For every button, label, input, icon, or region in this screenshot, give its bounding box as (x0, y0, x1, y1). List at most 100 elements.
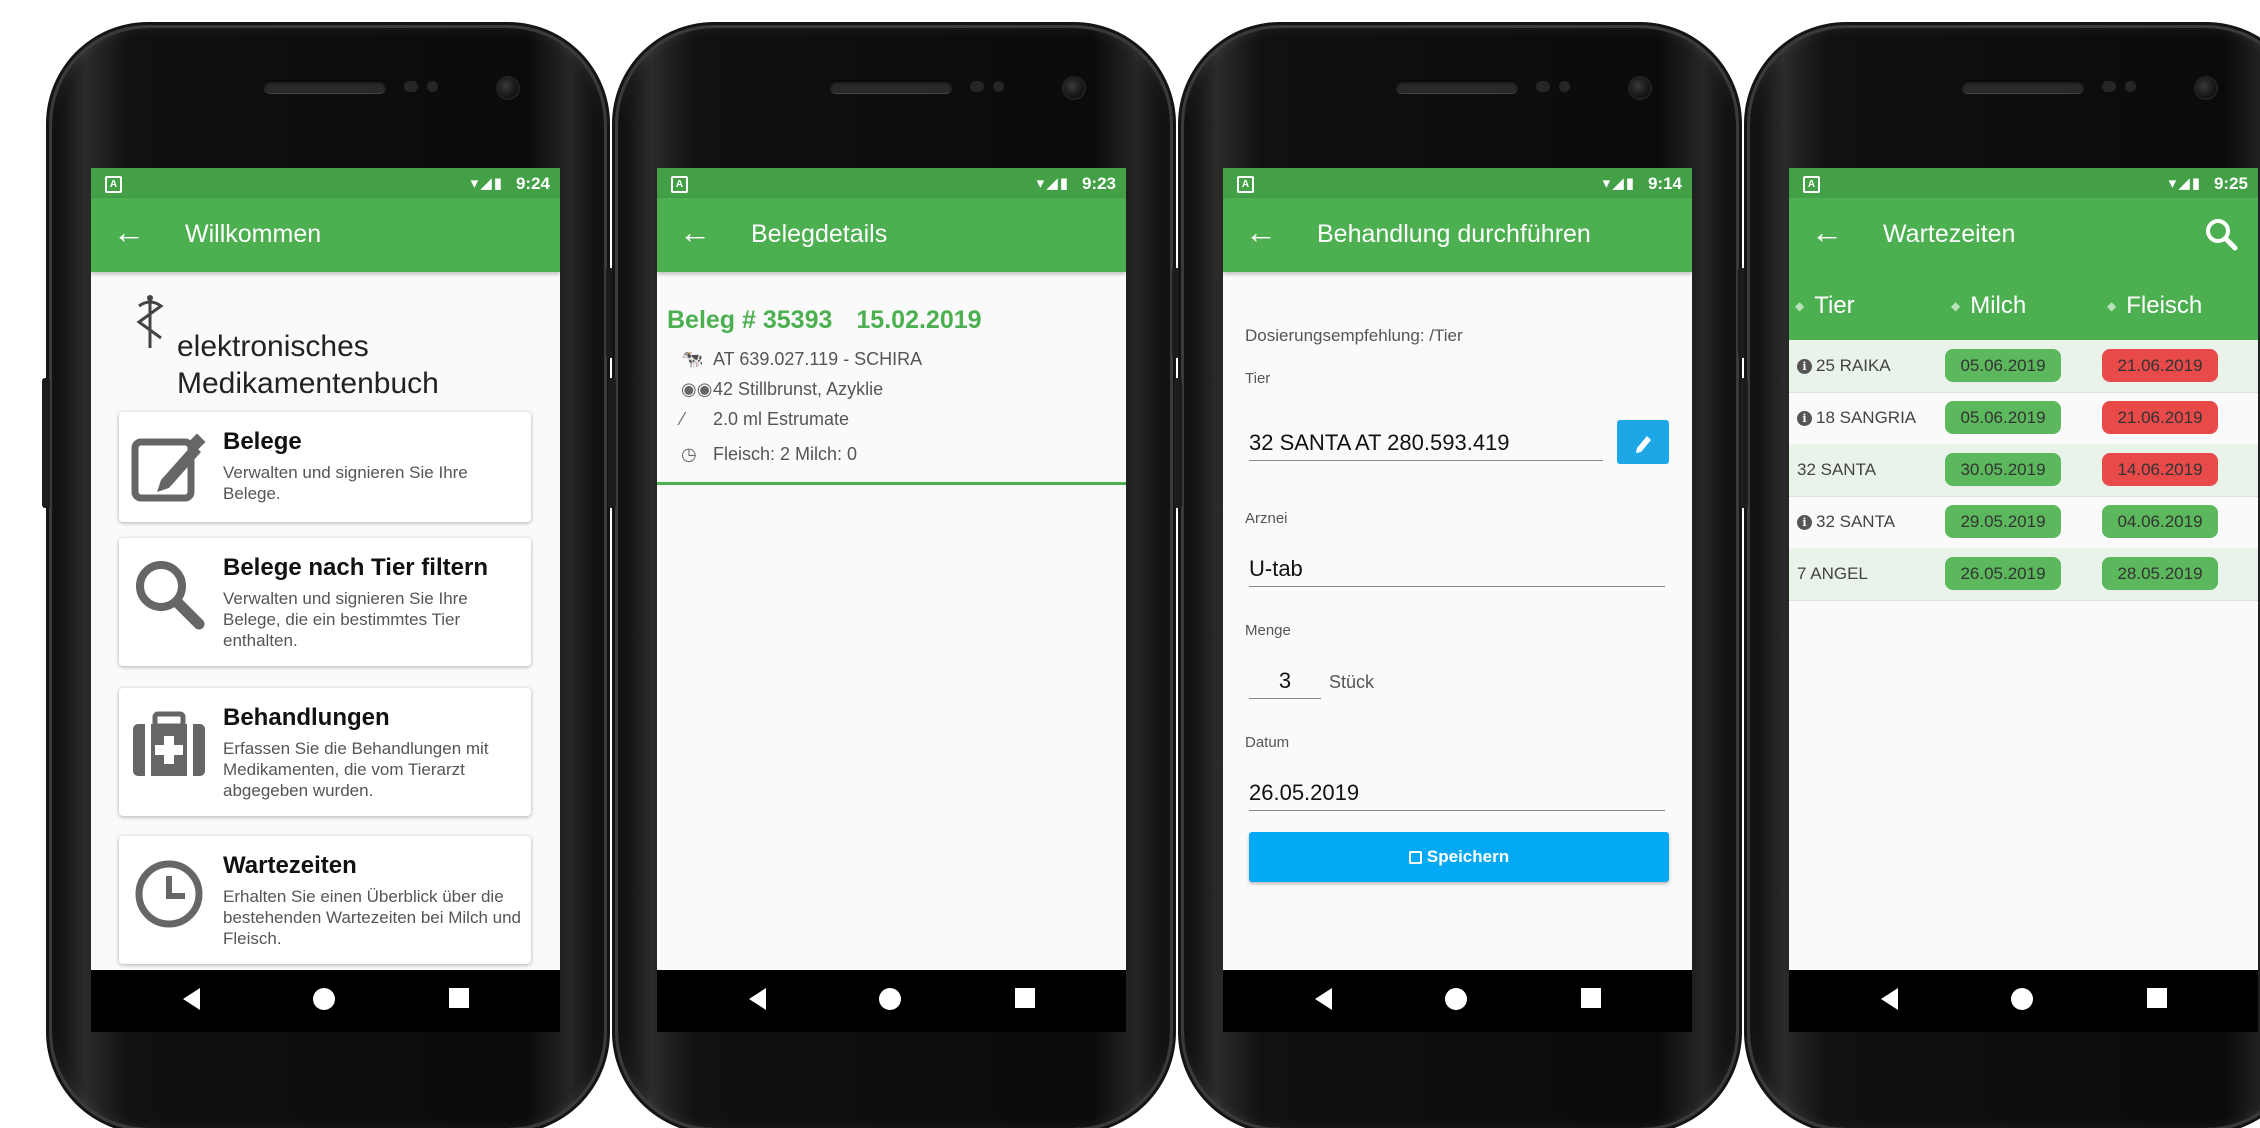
save-button[interactable]: Speichern (1249, 832, 1669, 882)
back-arrow-icon[interactable]: ← (113, 212, 145, 252)
fleisch-date-badge: 21.06.2019 (2102, 401, 2218, 434)
nav-back-icon[interactable] (1315, 988, 1332, 1010)
status-bar: A ▾◢▮ 9:14 (1223, 168, 1692, 198)
navigation-bar (1223, 970, 1692, 1032)
table-row[interactable]: 32 SANTA 30.05.2019 14.06.2019 (1789, 444, 2258, 497)
column-header-fleisch[interactable]: ◆ Fleisch (2107, 292, 2202, 320)
card-wartezeiten[interactable]: Wartezeiten Erhalten Sie einen Überblick… (119, 836, 531, 964)
back-arrow-icon[interactable]: ← (679, 212, 711, 252)
detail-text: Fleisch: 2 Milch: 0 (713, 444, 858, 464)
status-bar: A ▾◢▮ 9:25 (1789, 168, 2258, 198)
dosage-hint: Dosierungsempfehlung: /Tier (1245, 326, 1463, 345)
nav-recent-icon[interactable] (2147, 988, 2167, 1008)
tier-cell: 7 ANGEL (1797, 564, 1868, 584)
menge-label: Menge (1245, 622, 1291, 639)
datum-field[interactable]: 26.05.2019 (1249, 780, 1665, 811)
info-icon[interactable]: i (1797, 411, 1812, 426)
menge-field[interactable]: 3 (1249, 668, 1321, 699)
column-header-tier[interactable]: ◆ Tier (1795, 292, 1855, 320)
card-description: Erhalten Sie einen Überblick über die be… (223, 887, 521, 948)
table-row[interactable]: 7 ANGEL 26.05.2019 28.05.2019 (1789, 548, 2258, 601)
proximity-sensor (404, 81, 418, 92)
search-icon (136, 561, 205, 630)
page-title: Willkommen (185, 220, 322, 248)
nav-back-icon[interactable] (749, 988, 766, 1010)
notification-icon: A (105, 176, 122, 193)
milch-date-badge: 30.05.2019 (1945, 453, 2061, 486)
table-row[interactable]: i 25 RAIKA 05.06.2019 21.06.2019 (1789, 340, 2258, 393)
beleg-header: Beleg # 35393 15.02.2019 (667, 306, 982, 335)
card-title: Behandlungen (223, 704, 390, 731)
nav-home-icon[interactable] (2011, 988, 2033, 1010)
info-icon[interactable]: i (1797, 359, 1812, 374)
nav-recent-icon[interactable] (449, 988, 469, 1008)
card-description: Verwalten und signieren Sie Ihre Belege,… (223, 589, 468, 650)
status-bar: A ▾◢▮ 9:24 (91, 168, 560, 198)
tier-cell: i 25 RAIKA (1797, 356, 1891, 376)
fleisch-date-badge: 14.06.2019 (2102, 453, 2218, 486)
nav-home-icon[interactable] (313, 988, 335, 1010)
back-arrow-icon[interactable]: ← (1245, 212, 1277, 252)
caduceus-icon (136, 295, 164, 348)
screen-welcome: A ▾◢▮ 9:24 ← Willkommen elektronisches M… (91, 168, 560, 970)
back-arrow-icon[interactable]: ← (1811, 212, 1843, 252)
divider (657, 482, 1126, 485)
light-sensor (2125, 81, 2136, 92)
binoculars-icon: ◉◉ (681, 379, 713, 399)
sort-icon: ◆ (2107, 299, 2117, 313)
detail-row-animal: 🐄 AT 639.027.119 - SCHIRA (681, 349, 922, 370)
tier-name: 32 SANTA (1797, 460, 1877, 479)
card-behandlungen[interactable]: Behandlungen Erfassen Sie die Behandlung… (119, 688, 531, 816)
front-camera (1064, 78, 1084, 98)
earpiece-speaker (264, 80, 386, 93)
phone-frame-2: A ▾◢▮ 9:23 ← Belegdetails Beleg # 35393 1… (608, 28, 1180, 1128)
light-sensor (993, 81, 1004, 92)
pencil-icon (1636, 436, 1651, 453)
arznei-field[interactable]: U-tab (1249, 556, 1665, 587)
floppy-icon (1408, 851, 1422, 864)
clock-icon: ◷ (681, 444, 697, 464)
detail-text: AT 639.027.119 - SCHIRA (713, 349, 923, 369)
milch-date-badge: 29.05.2019 (1945, 505, 2061, 538)
app-bar: ← Wartezeiten (1789, 198, 2258, 272)
front-camera (1630, 78, 1650, 98)
signal-battery-icon: ▾◢▮ (1036, 175, 1070, 192)
light-sensor (1559, 81, 1570, 92)
earpiece-speaker (830, 80, 952, 93)
edit-tier-button[interactable] (1617, 420, 1669, 464)
column-label: Milch (1970, 292, 2027, 319)
phone-frame-3: A ▾◢▮ 9:14 ← Behandlung durchführen Dosi… (1174, 28, 1746, 1128)
table-row[interactable]: i 18 SANGRIA 05.06.2019 21.06.2019 (1789, 392, 2258, 445)
info-icon[interactable]: i (1797, 515, 1812, 530)
milch-date-badge: 05.06.2019 (1945, 401, 2061, 434)
nav-home-icon[interactable] (879, 988, 901, 1010)
nav-recent-icon[interactable] (1015, 988, 1035, 1008)
nav-back-icon[interactable] (183, 988, 200, 1010)
fleisch-date-badge: 04.06.2019 (2102, 505, 2218, 538)
app-bar: ← Behandlung durchführen (1223, 198, 1692, 272)
nav-recent-icon[interactable] (1581, 988, 1601, 1008)
volume-button (1174, 378, 1182, 508)
phone-frame-1: A ▾◢▮ 9:24 ← Willkommen elektronisches M… (42, 28, 614, 1128)
nav-back-icon[interactable] (1881, 988, 1898, 1010)
card-title: Belege (223, 428, 302, 455)
table-row[interactable]: i 32 SANTA 29.05.2019 04.06.2019 (1789, 496, 2258, 549)
clock-icon (135, 860, 203, 928)
column-header-milch[interactable]: ◆ Milch (1951, 292, 2026, 320)
signal-battery-icon: ▾◢▮ (1602, 175, 1636, 192)
medkit-icon (133, 711, 205, 776)
tier-field[interactable]: 32 SANTA AT 280.593.419 (1249, 430, 1603, 461)
front-camera (498, 78, 518, 98)
card-title: Wartezeiten (223, 852, 357, 879)
card-belege-filter[interactable]: Belege nach Tier filtern Verwalten und s… (119, 538, 531, 666)
proximity-sensor (970, 81, 984, 92)
tier-cell: i 18 SANGRIA (1797, 408, 1916, 428)
nav-home-icon[interactable] (1445, 988, 1467, 1010)
card-belege[interactable]: Belege Verwalten und signieren Sie Ihre … (119, 412, 531, 522)
table-header: ◆ Tier ◆ Milch ◆ Fleisch (1789, 272, 2258, 340)
column-label: Tier (1814, 292, 1855, 319)
status-time: 9:25 (2213, 174, 2248, 193)
status-bar: A ▾◢▮ 9:23 (657, 168, 1126, 198)
search-icon[interactable] (2202, 215, 2240, 253)
menge-unit: Stück (1329, 672, 1375, 692)
